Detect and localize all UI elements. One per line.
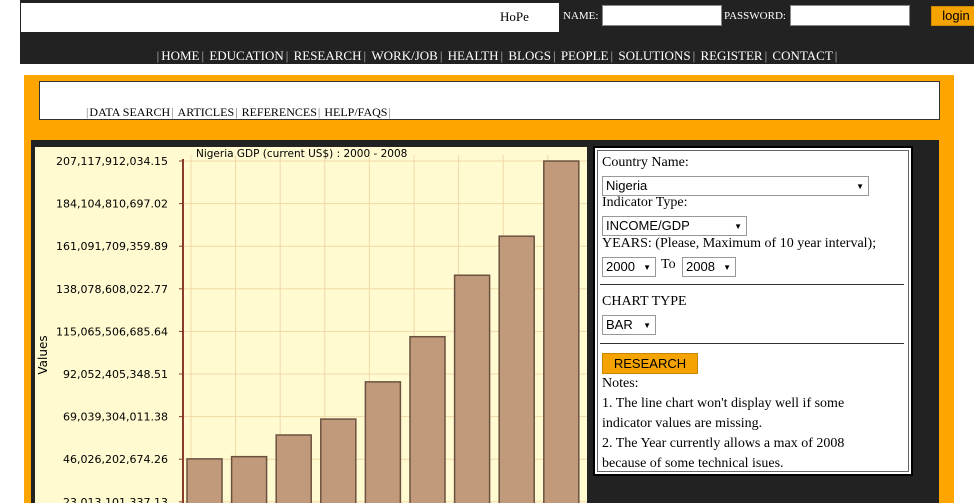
bar-2008 [543,160,580,503]
nav-health[interactable]: HEALTH [446,48,501,63]
subnav-articles[interactable]: ARTICLES [177,105,236,119]
y-tick-label: 138,078,608,022.77 [56,283,168,296]
indicator-select[interactable]: INCOME/GDP ▼ [602,216,747,236]
bar-2004 [364,381,402,503]
note-line: 2. The Year currently allows a max of 20… [602,436,845,451]
login-button[interactable]: login [931,6,974,26]
country-label: Country Name: [602,155,689,170]
bar-2001 [230,455,268,503]
note-line: 1. The line chart won't display well if … [602,396,845,411]
divider [600,284,904,285]
y-tick-label: 46,026,202,674.26 [63,453,168,466]
y-tick-label: 69,039,304,011.38 [63,411,168,424]
nav-home[interactable]: HOME [159,48,201,63]
site-name: HoPe [500,9,529,24]
name-input[interactable] [602,5,722,26]
y-tick-label: 161,091,709,359.89 [56,240,168,253]
search-form-panel: Country Name: Nigeria ▼ Indicator Type: … [593,146,913,476]
to-label: To [661,257,676,272]
research-button[interactable]: RESEARCH [602,353,698,374]
nav-work-job[interactable]: WORK/JOB [369,48,439,63]
y-tick-label: 23,013,101,337.13 [63,496,168,503]
nav-people[interactable]: PEOPLE [559,48,611,63]
bar-2003 [320,418,357,503]
notes-label: Notes: [602,376,639,391]
chart-type-label: CHART TYPE [602,294,687,309]
nav-research[interactable]: RESEARCH [292,48,364,63]
nav-contact[interactable]: CONTACT [770,48,834,63]
subnav-help-faqs[interactable]: HELP/FAQS [323,105,388,119]
indicator-select-value: INCOME/GDP [606,218,690,233]
chevron-down-icon: ▼ [856,182,864,191]
chevron-down-icon: ▼ [723,263,731,272]
nav-education[interactable]: EDUCATION [207,48,285,63]
bar-2006 [453,274,491,503]
year-from-value: 2000 [606,259,635,274]
chart-title: Nigeria GDP (current US$) : 2000 - 2008 [196,148,407,160]
y-axis-label: Values [36,335,50,374]
chart-type-select[interactable]: BAR ▼ [602,315,656,335]
sub-nav-box: |DATA SEARCH| ARTICLES| REFERENCES| HELP… [39,81,940,120]
note-line: indicator values are missing. [602,416,763,431]
header-logo-strip [21,3,559,32]
indicator-label: Indicator Type: [602,195,688,210]
y-tick-label: 207,117,912,034.15 [56,155,168,168]
year-to-value: 2008 [686,259,715,274]
chart-type-value: BAR [606,317,633,332]
year-from-select[interactable]: 2000 ▼ [602,257,656,277]
nav-solutions[interactable]: SOLUTIONS [616,48,692,63]
chevron-down-icon: ▼ [643,321,651,330]
bar-2002 [275,434,312,503]
search-form: Country Name: Nigeria ▼ Indicator Type: … [597,150,909,472]
y-tick-label: 184,104,810,697.02 [56,198,168,211]
chart-svg: 207,117,912,034.15 184,104,810,697.02 161,… [36,148,587,503]
password-input[interactable] [790,5,910,26]
year-to-select[interactable]: 2008 ▼ [682,257,736,277]
top-header: HoPe NAME: PASSWORD: login | HOME | EDUCAT… [20,0,974,64]
subnav-references[interactable]: REFERENCES [241,105,318,119]
password-label: PASSWORD: [724,10,786,22]
chevron-down-icon: ▼ [643,263,651,272]
divider [600,343,904,344]
main-nav: | HOME | EDUCATION | RESEARCH | WORK/JOB | HE… [156,48,838,63]
subnav-data-search[interactable]: DATA SEARCH [88,105,171,119]
years-label: YEARS: (Please, Maximum of 10 year inter… [602,236,877,251]
note-line: because of some technical isues. [602,456,784,471]
bar-2007 [498,235,535,503]
y-tick-label: 115,065,506,685.64 [56,325,168,338]
country-select-value: Nigeria [606,178,648,193]
nav-register[interactable]: REGISTER [698,48,764,63]
bar-2005 [409,335,446,503]
nav-blogs[interactable]: BLOGS [506,48,553,63]
chevron-down-icon: ▼ [734,222,742,231]
sub-nav: |DATA SEARCH| ARTICLES| REFERENCES| HELP… [86,105,391,119]
gdp-chart: 207,117,912,034.15 184,104,810,697.02 161,… [35,147,587,503]
y-tick-label: 92,052,405,348.51 [63,368,168,381]
name-label: NAME: [563,10,599,22]
bar-2000 [186,458,223,503]
country-select[interactable]: Nigeria ▼ [602,176,869,196]
